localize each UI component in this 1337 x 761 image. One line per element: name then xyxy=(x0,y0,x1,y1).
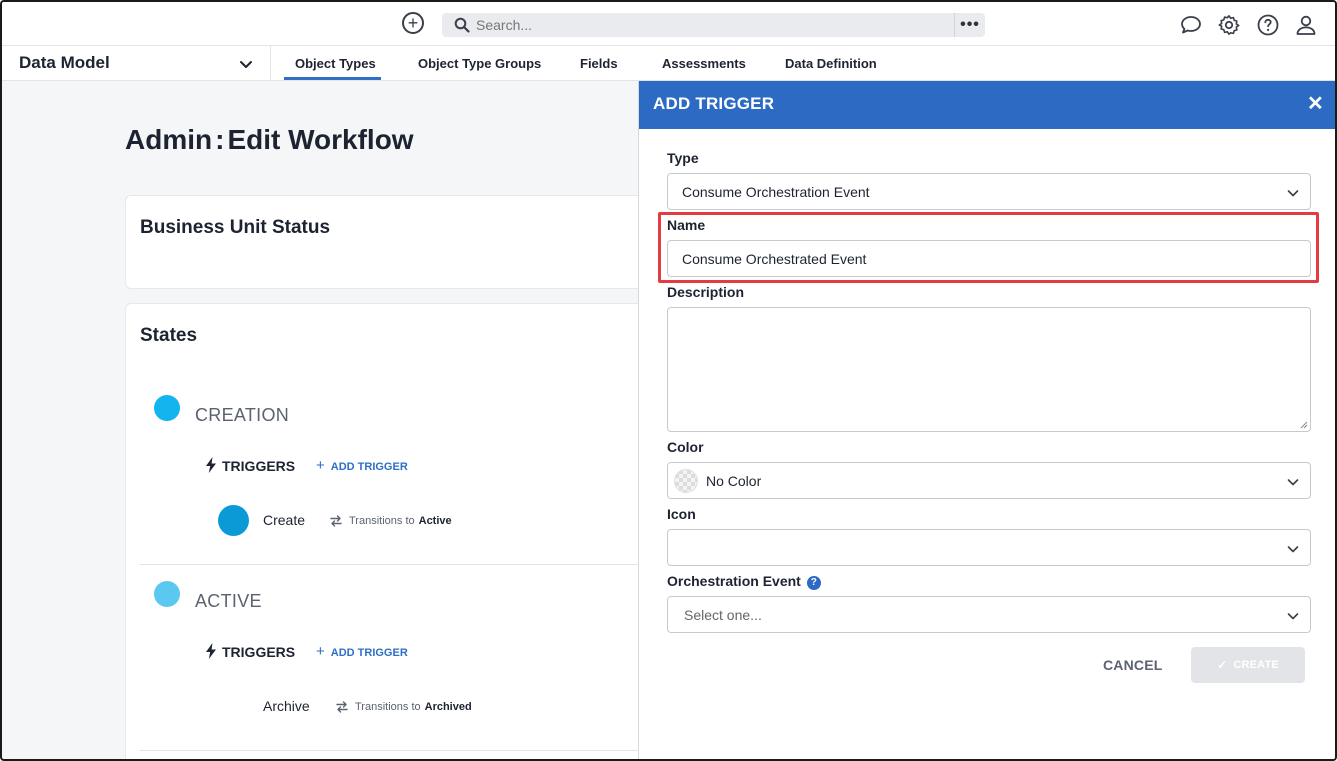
trigger-name-archive[interactable]: Archive xyxy=(263,698,310,714)
state-name-creation[interactable]: CREATION xyxy=(195,405,289,426)
tab-object-types[interactable]: Object Types xyxy=(295,56,376,71)
help-icon[interactable] xyxy=(1256,13,1280,37)
search-input[interactable] xyxy=(476,15,946,35)
trigger-name-create[interactable]: Create xyxy=(263,512,305,528)
lightning-icon xyxy=(206,643,216,659)
chevron-down-icon xyxy=(1287,546,1299,553)
state-color-dot xyxy=(154,395,180,421)
plus-circle-icon[interactable]: + xyxy=(402,12,424,34)
no-color-swatch-icon xyxy=(674,469,698,493)
nav-bar: Data Model Object Types Object Type Grou… xyxy=(2,46,1335,81)
chevron-down-icon xyxy=(1287,479,1299,486)
plus-icon: + xyxy=(316,457,325,474)
orchestration-event-label-text: Orchestration Event xyxy=(667,573,801,589)
state-divider xyxy=(140,750,686,751)
search-bar: ••• xyxy=(442,13,985,37)
resize-grip-icon[interactable] xyxy=(1300,421,1308,429)
name-field-value: Consume Orchestrated Event xyxy=(682,251,867,267)
add-trigger-label: ADD TRIGGER xyxy=(330,647,408,659)
transition-arrows-icon xyxy=(330,515,342,527)
color-select[interactable]: No Color xyxy=(667,462,1311,499)
icon-select[interactable] xyxy=(667,529,1311,566)
name-label: Name xyxy=(667,217,706,233)
orchestration-event-select[interactable]: Select one... xyxy=(667,596,1311,633)
description-label: Description xyxy=(667,284,745,300)
type-select[interactable]: Consume Orchestration Event xyxy=(667,173,1311,210)
tab-data-definition[interactable]: Data Definition xyxy=(785,56,877,71)
user-icon[interactable] xyxy=(1294,13,1318,37)
plus-icon: + xyxy=(316,643,325,660)
workflow-name-card: Business Unit Status xyxy=(125,195,685,289)
nav-divider xyxy=(270,46,271,81)
chevron-down-icon xyxy=(1287,190,1299,197)
states-heading: States xyxy=(140,325,198,346)
gear-icon[interactable] xyxy=(1217,13,1241,37)
trigger-color-dot xyxy=(218,505,249,536)
triggers-label: TRIGGERS xyxy=(222,644,296,660)
chevron-down-icon xyxy=(1287,613,1299,620)
transition-target: Active xyxy=(418,515,452,527)
add-trigger-button[interactable]: + ADD TRIGGER xyxy=(316,643,408,660)
more-options-button[interactable]: ••• xyxy=(954,13,985,37)
search-icon xyxy=(454,17,470,33)
orchestration-event-placeholder: Select one... xyxy=(684,607,762,623)
create-button[interactable]: ✓ CREATE xyxy=(1191,647,1305,683)
workflow-name: Business Unit Status xyxy=(140,217,331,238)
tab-assessments[interactable]: Assessments xyxy=(662,56,746,71)
chat-icon[interactable] xyxy=(1179,13,1203,37)
orchestration-event-label: Orchestration Event? xyxy=(667,573,821,590)
transition-arrows-icon xyxy=(336,701,348,713)
color-select-value: No Color xyxy=(706,473,762,489)
page-title-separator: : xyxy=(215,124,225,155)
page-title-admin: Admin xyxy=(125,124,213,155)
module-title[interactable]: Data Model xyxy=(19,53,110,73)
transition-prefix: Transitions to xyxy=(349,515,415,527)
transition-target: Archived xyxy=(424,701,472,713)
chevron-down-icon[interactable] xyxy=(238,56,254,72)
state-divider xyxy=(140,564,686,565)
description-textarea[interactable] xyxy=(667,307,1311,432)
drawer-title: ADD TRIGGER xyxy=(653,94,775,113)
state-name-active[interactable]: ACTIVE xyxy=(195,591,262,612)
color-label: Color xyxy=(667,439,704,455)
transition-text: Transitions to Active xyxy=(349,515,452,527)
transition-text: Transitions to Archived xyxy=(355,701,472,713)
type-label: Type xyxy=(667,150,699,166)
check-icon: ✓ xyxy=(1217,658,1228,672)
cancel-button[interactable]: CANCEL xyxy=(1103,657,1163,673)
tab-object-type-groups[interactable]: Object Type Groups xyxy=(418,56,541,71)
add-trigger-button[interactable]: + ADD TRIGGER xyxy=(316,457,408,474)
name-field[interactable]: Consume Orchestrated Event xyxy=(667,240,1311,277)
active-tab-indicator xyxy=(284,77,381,80)
help-icon[interactable]: ? xyxy=(806,575,821,590)
close-icon[interactable]: ✕ xyxy=(1307,94,1324,114)
state-color-dot xyxy=(154,581,180,607)
icon-label: Icon xyxy=(667,506,696,522)
add-trigger-drawer: ADD TRIGGER ✕ Type Consume Orchestration… xyxy=(638,81,1335,759)
add-trigger-label: ADD TRIGGER xyxy=(330,461,408,473)
tab-fields[interactable]: Fields xyxy=(580,56,618,71)
app-window: + ••• Data Model xyxy=(0,0,1337,761)
create-button-label: CREATE xyxy=(1233,659,1279,671)
top-bar: + ••• xyxy=(2,2,1335,46)
drawer-header: ADD TRIGGER ✕ xyxy=(639,81,1335,129)
states-card: States CREATION TRIGGERS + ADD TRIGGER Cr… xyxy=(125,303,686,759)
lightning-icon xyxy=(206,457,216,473)
transition-prefix: Transitions to xyxy=(355,701,421,713)
page-title-edit-workflow: Edit Workflow xyxy=(227,124,414,155)
page-title: Admin: Edit Workflow xyxy=(125,124,414,156)
triggers-label: TRIGGERS xyxy=(222,458,296,474)
type-select-value: Consume Orchestration Event xyxy=(682,184,870,200)
